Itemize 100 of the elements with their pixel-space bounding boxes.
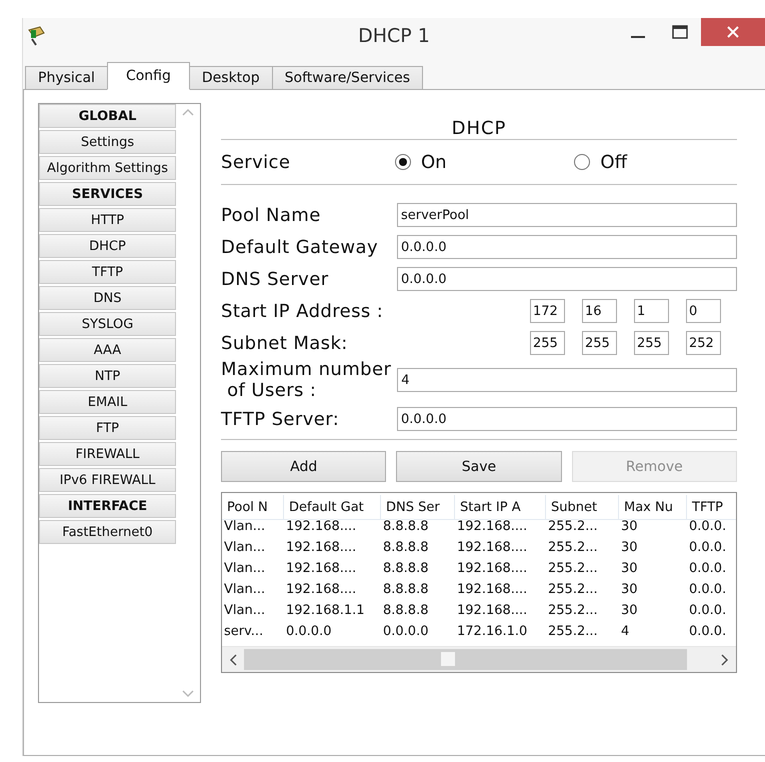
column-header[interactable]: Max Nu	[619, 495, 687, 520]
table-cell-text: 192.168....	[456, 518, 528, 536]
table-cell-text: 0.0.0.	[688, 539, 728, 557]
octet-field[interactable]: 252	[686, 331, 721, 355]
sidebar-item[interactable]: NTP	[39, 364, 176, 388]
table-cell-text: Vlan...	[223, 602, 266, 620]
table-cell-text: 30	[620, 602, 639, 620]
table-cell-text: 30	[620, 518, 639, 536]
panel-title: DHCP	[452, 118, 506, 139]
table-cell-text: 192.168....	[456, 539, 528, 557]
column-header[interactable]: Start IP A	[455, 495, 546, 520]
action-button[interactable]: Save	[396, 451, 562, 482]
input-field[interactable]: 0.0.0.0	[397, 407, 737, 431]
sidebar-item[interactable]: SYSLOG	[39, 312, 176, 336]
table-cell-text: 8.8.8.8	[382, 581, 430, 599]
table-cell-text: 8.8.8.8	[382, 602, 430, 620]
sidebar-item[interactable]: TFTP	[39, 260, 176, 284]
table-cell-text: 8.8.8.8	[382, 539, 430, 557]
horizontal-scrollbar[interactable]	[222, 646, 736, 672]
table-cell-text: 255.2...	[547, 602, 599, 620]
column-header[interactable]: Subnet	[546, 495, 619, 520]
table-cell-text: 172.16.1.0	[456, 623, 528, 641]
input-field[interactable]: 0.0.0.0	[397, 267, 737, 291]
sidebar-item[interactable]: HTTP	[39, 208, 176, 232]
sidebar-item[interactable]: FastEthernet0	[39, 520, 176, 544]
table-cell-text: 30	[620, 581, 639, 599]
table-cell-text: 255.2...	[547, 560, 599, 578]
sidebar-item[interactable]: FTP	[39, 416, 176, 440]
sidebar-item[interactable]: DNS	[39, 286, 176, 310]
radio-label: Off	[600, 152, 627, 172]
input-field[interactable]: 4	[397, 368, 737, 392]
scroll-left-icon[interactable]	[229, 654, 237, 666]
radio-button[interactable]	[395, 154, 411, 170]
section-header: INTERFACE	[39, 494, 176, 518]
section-header: GLOBAL	[39, 104, 176, 128]
input-field[interactable]: serverPool	[397, 203, 737, 227]
tab[interactable]: Software/Services	[272, 66, 424, 90]
table-cell-text: serv...	[223, 623, 264, 641]
table-cell-text: 192.168.1.1	[285, 602, 366, 620]
table-cell-text: 192.168....	[456, 560, 528, 578]
sidebar-item[interactable]: EMAIL	[39, 390, 176, 414]
table-cell-text: 30	[620, 560, 639, 578]
table-cell-text: 4	[620, 623, 630, 641]
table-cell-text: 0.0.0.	[688, 518, 728, 536]
table-cell-text: 192.168....	[285, 539, 358, 557]
octet-field[interactable]: 255	[582, 331, 617, 355]
table-cell-text: 255.2...	[547, 518, 599, 536]
table-cell-text: 0.0.0.	[688, 602, 728, 620]
sidebar-item[interactable]: DHCP	[39, 234, 176, 258]
field-label: Subnet Mask:	[221, 332, 348, 354]
octet-field[interactable]: 255	[530, 331, 565, 355]
octet-field[interactable]: 1	[634, 299, 669, 323]
sidebar-item[interactable]: AAA	[39, 338, 176, 362]
field-label: Start IP Address :	[221, 300, 384, 322]
table-cell-text: Vlan...	[223, 581, 266, 599]
radio-label: On	[421, 152, 447, 172]
table-cell-text: 192.168....	[285, 518, 358, 536]
field-label: Default Gateway	[221, 236, 380, 258]
column-header[interactable]: TFTP	[687, 495, 736, 520]
table-cell-text: 0.0.0.	[688, 623, 728, 641]
scroll-thumb[interactable]	[441, 652, 455, 666]
sidebar-item[interactable]: Algorithm Settings	[39, 156, 176, 180]
table-cell-text: 192.168....	[285, 581, 358, 599]
table-cell-text: 0.0.0.	[688, 560, 728, 578]
column-header[interactable]: Pool N	[222, 495, 284, 520]
octet-field[interactable]: 172	[530, 299, 565, 323]
close-icon	[727, 26, 739, 38]
table-cell-text: 255.2...	[547, 623, 599, 641]
table-cell-text: 192.168....	[456, 602, 528, 620]
input-field[interactable]: 0.0.0.0	[397, 235, 737, 259]
table-cell-text: 192.168....	[456, 581, 528, 599]
window-title: DHCP 1	[358, 25, 430, 47]
field-label: Service	[221, 152, 292, 172]
maximize-icon	[672, 25, 688, 39]
table-cell-text: 8.8.8.8	[382, 560, 430, 578]
table-cell-text: 0.0.0.0	[382, 623, 430, 641]
sidebar-item[interactable]: IPv6 FIREWALL	[39, 468, 176, 492]
field-label: DNS Server	[221, 268, 330, 290]
scroll-right-icon[interactable]	[721, 654, 729, 666]
table-cell-text: Vlan...	[223, 539, 266, 557]
radio-button[interactable]	[574, 154, 590, 170]
octet-field[interactable]: 255	[634, 331, 669, 355]
sidebar-item[interactable]: FIREWALL	[39, 442, 176, 466]
minimize-icon	[631, 36, 645, 38]
column-header[interactable]: DNS Ser	[381, 495, 455, 520]
tab[interactable]: Desktop	[188, 66, 273, 90]
tab[interactable]: Physical	[25, 66, 108, 90]
close-button[interactable]	[701, 18, 765, 46]
tab[interactable]: Config	[106, 62, 190, 90]
field-label: TFTP Server:	[221, 408, 340, 430]
table-cell-text: 192.168....	[285, 560, 358, 578]
table-cell-text: 255.2...	[547, 581, 599, 599]
column-header[interactable]: Default Gat	[284, 495, 381, 520]
field-label: Pool Name	[221, 204, 322, 226]
section-header: SERVICES	[39, 182, 176, 206]
action-button[interactable]: Add	[221, 451, 386, 482]
octet-field[interactable]: 0	[686, 299, 721, 323]
sidebar-item[interactable]: Settings	[39, 130, 176, 154]
table-cell-text: 0.0.0.0	[285, 623, 332, 641]
octet-field[interactable]: 16	[582, 299, 617, 323]
